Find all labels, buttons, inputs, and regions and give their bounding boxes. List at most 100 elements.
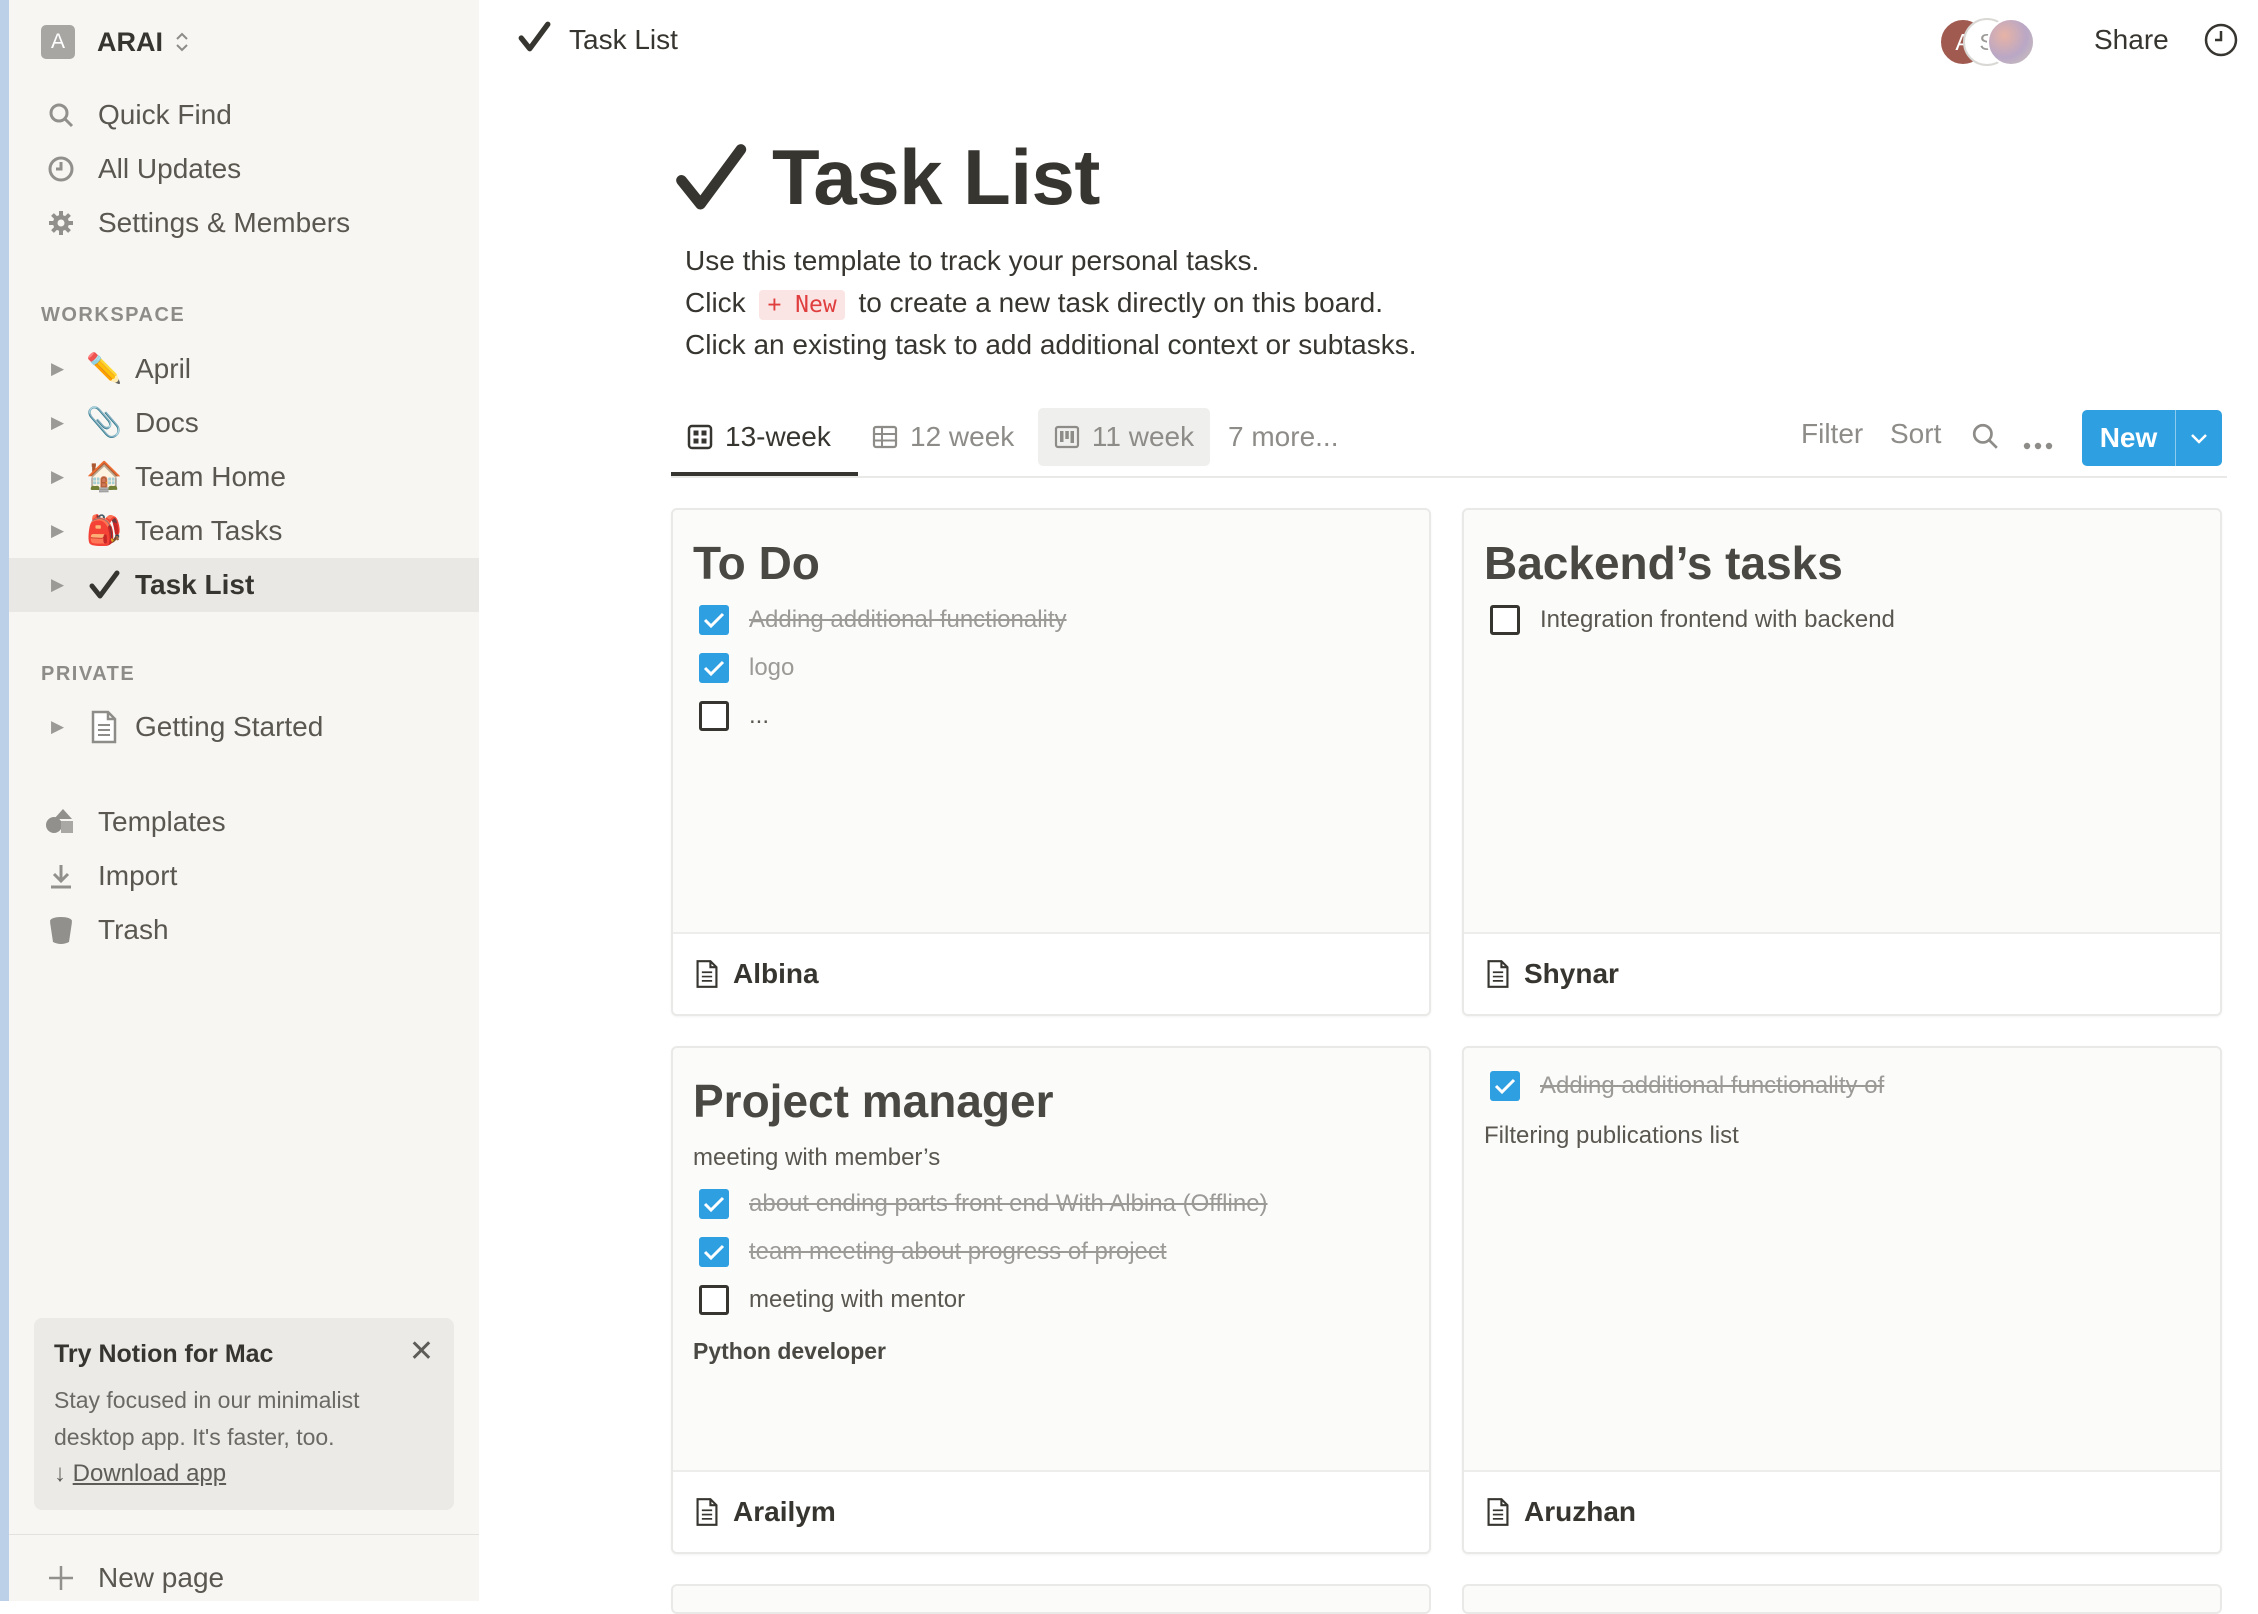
todo-item: Adding additional functionality of [1490,1068,1884,1104]
card-title: Aruzhan [1524,1496,1636,1527]
card-title: Arailym [733,1496,836,1527]
card-preview: To Do Adding additional functionality lo… [673,510,1429,934]
backpack-icon: 🎒 [85,515,123,547]
tab-12-week[interactable]: 12 week [872,408,1014,466]
quick-find-item[interactable]: Quick Find [9,88,479,142]
more-views-button[interactable]: 7 more... [1228,408,1338,466]
new-page-label: New page [98,1562,225,1593]
sidebar-item-label: Task List [135,569,255,600]
page-icon [1486,959,1510,989]
sidebar-item-label: April [135,353,192,384]
checkmark-icon [85,566,123,604]
sidebar: A ARAI Quick Find All Updates Settings &… [9,0,479,1601]
search-icon [43,97,79,133]
gallery-card[interactable]: Adding additional functionality of Filte… [1462,1046,2222,1554]
settings-members-item[interactable]: Settings & Members [9,196,479,250]
todo-text: about ending parts front end With Albina… [749,1190,1268,1217]
card-preview: Backend’s tasks Integration frontend wit… [1464,510,2220,934]
templates-item[interactable]: Templates [9,795,479,849]
sidebar-item-task-list[interactable]: ▶ Task List [9,558,479,612]
download-app-link[interactable]: ↓ Download app [54,1460,226,1488]
trash-item[interactable]: Trash [9,903,479,957]
download-app-label: Download app [72,1460,227,1487]
page-icon [85,708,123,746]
expand-caret-icon[interactable]: ▶ [51,413,64,433]
workspace-section-header: WORKSPACE [41,304,186,326]
avatar [1987,18,2035,66]
filter-button[interactable]: Filter [1801,418,1863,450]
sidebar-item-team-tasks[interactable]: ▶ 🎒 Team Tasks [9,504,479,558]
pencil-icon: ✏️ [85,353,123,385]
divider [9,1534,479,1535]
plus-icon [43,1560,79,1596]
checkbox-checked-icon [699,653,729,683]
sidebar-item-label: Docs [135,407,199,438]
sidebar-item-label: Getting Started [135,711,324,742]
description-text: Click [685,287,746,318]
table-icon [872,424,898,450]
tab-label: 11 week [1091,421,1195,452]
expand-caret-icon[interactable]: ▶ [51,359,64,379]
description-line-3[interactable]: Click an existing task to add additional… [685,329,1417,361]
card-title: Albina [733,958,819,989]
gallery-card[interactable]: Backend’s tasks Integration frontend wit… [1462,508,2222,1016]
checkbox-checked-icon [699,1189,729,1219]
breadcrumb[interactable]: Task List [517,20,678,59]
more-options-icon[interactable] [2023,426,2053,458]
all-updates-item[interactable]: All Updates [9,142,479,196]
trash-icon [43,912,79,948]
checkbox-unchecked-icon [699,701,729,731]
gallery-card-partial[interactable] [671,1584,1431,1614]
promo-title: Try Notion for Mac [54,1340,274,1368]
checkbox-unchecked-icon [1490,605,1520,635]
new-page-button[interactable]: New page [9,1554,479,1602]
checkbox-unchecked-icon [699,1285,729,1315]
new-button[interactable]: New [2082,410,2222,466]
checkbox-checked-icon [1490,1071,1520,1101]
promo-body: Stay focused in our minimalist desktop a… [54,1387,360,1450]
page-title[interactable]: Task List [772,132,1100,223]
tab-13-week[interactable]: 13-week [687,408,831,466]
gallery-card-partial[interactable] [1462,1584,2222,1614]
todo-item: logo [699,650,794,686]
settings-members-label: Settings & Members [98,207,351,238]
card-footer: Albina [673,932,1429,1014]
window-edge [0,0,9,1601]
todo-text: logo [749,654,795,681]
expand-caret-icon[interactable]: ▶ [51,575,64,595]
description-line-1[interactable]: Use this template to track your personal… [685,245,1259,277]
card-footer: Arailym [673,1470,1429,1552]
sidebar-item-getting-started[interactable]: ▶ Getting Started [9,700,479,754]
history-clock-icon[interactable] [2203,22,2239,63]
gallery-card[interactable]: To Do Adding additional functionality lo… [671,508,1431,1016]
tab-11-week[interactable]: 11 week [1038,408,1210,466]
import-item[interactable]: Import [9,849,479,903]
clock-icon [43,151,79,187]
todo-text: meeting with mentor [749,1286,966,1313]
chevron-updown-icon [175,31,189,53]
sidebar-item-april[interactable]: ▶ ✏️ April [9,342,479,396]
page-icon-checkmark[interactable] [672,140,748,221]
collaborator-avatars[interactable]: A S [1939,18,2039,66]
card-subtext: Filtering publications list [1484,1122,1739,1149]
download-arrow-icon: ↓ [54,1460,66,1487]
expand-caret-icon[interactable]: ▶ [51,521,64,541]
import-label: Import [98,860,178,891]
gallery-card[interactable]: Project manager meeting with member’s ab… [671,1046,1431,1554]
workspace-switcher[interactable]: A ARAI [41,20,189,64]
description-line-2[interactable]: Click + New to create a new task directl… [685,287,1383,320]
gear-icon [43,205,79,241]
card-footer: Shynar [1464,932,2220,1014]
search-icon[interactable] [1971,422,1999,457]
sort-button[interactable]: Sort [1890,418,1941,450]
close-icon[interactable]: ✕ [409,1334,434,1369]
expand-caret-icon[interactable]: ▶ [51,717,64,737]
page-icon [695,1497,719,1527]
sidebar-item-docs[interactable]: ▶ 📎 Docs [9,396,479,450]
chevron-down-icon[interactable] [2176,410,2222,466]
share-button[interactable]: Share [2094,24,2169,56]
expand-caret-icon[interactable]: ▶ [51,467,64,487]
new-button-label[interactable]: New [2082,410,2176,466]
page-icon [695,959,719,989]
sidebar-item-team-home[interactable]: ▶ 🏠 Team Home [9,450,479,504]
